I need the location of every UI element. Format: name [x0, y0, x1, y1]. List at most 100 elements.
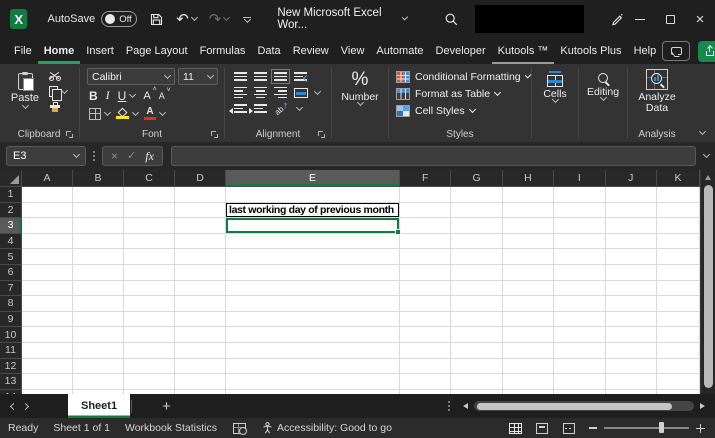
column-header-B[interactable]: B	[73, 170, 124, 187]
cell-A11[interactable]	[22, 342, 73, 359]
cell-K8[interactable]	[656, 296, 700, 312]
column-header-C[interactable]: C	[124, 170, 175, 187]
cell-C12[interactable]	[124, 358, 175, 375]
chevron-down-icon[interactable]	[313, 87, 322, 95]
cell-G10[interactable]	[451, 327, 503, 343]
cell-G3[interactable]	[451, 218, 503, 234]
cell-B13[interactable]	[73, 374, 124, 390]
select-all-button[interactable]	[0, 170, 22, 187]
cell-F2[interactable]	[400, 202, 452, 219]
save-button[interactable]	[149, 12, 164, 27]
cell-G5[interactable]	[451, 249, 503, 265]
cell-H2[interactable]	[502, 202, 555, 219]
cell-G13[interactable]	[451, 374, 503, 390]
row-header-8[interactable]: 8	[0, 296, 22, 312]
cell-F9[interactable]	[400, 311, 452, 328]
row-header-11[interactable]: 11	[0, 342, 22, 359]
formula-input[interactable]	[170, 146, 696, 166]
enter-button[interactable]: ✓	[127, 150, 136, 162]
cell-H6[interactable]	[502, 264, 555, 281]
comments-button[interactable]	[662, 41, 691, 61]
italic-button[interactable]: I	[106, 88, 110, 103]
cell-E6[interactable]	[226, 264, 400, 281]
conditional-formatting-button[interactable]: Conditional Formatting	[396, 68, 532, 85]
column-header-I[interactable]: I	[554, 170, 606, 187]
cell-C11[interactable]	[124, 342, 175, 359]
cell-I5[interactable]	[554, 249, 606, 265]
cell-B2[interactable]	[73, 202, 124, 219]
cell-I11[interactable]	[554, 342, 606, 359]
close-button[interactable]: ×	[685, 0, 715, 38]
cell-G12[interactable]	[451, 358, 503, 375]
chevron-down-icon[interactable]	[190, 13, 198, 22]
cell-B8[interactable]	[73, 296, 124, 312]
cell-A2[interactable]	[22, 202, 73, 219]
chevron-down-icon[interactable]	[103, 108, 112, 116]
cell-D11[interactable]	[175, 342, 226, 359]
row-header-6[interactable]: 6	[0, 264, 22, 281]
merge-center-button[interactable]	[294, 87, 308, 98]
cell-E8[interactable]	[226, 296, 400, 312]
cell-E13[interactable]	[226, 374, 400, 390]
page-layout-view-button[interactable]	[535, 422, 549, 434]
row-header-12[interactable]: 12	[0, 358, 22, 375]
cell-F13[interactable]	[400, 374, 452, 390]
cell-B9[interactable]	[73, 311, 124, 328]
tab-page-layout[interactable]: Page Layout	[120, 38, 194, 64]
cell-D9[interactable]	[175, 311, 226, 328]
cell-C5[interactable]	[124, 249, 175, 265]
cell-D7[interactable]	[175, 280, 226, 297]
tab-review[interactable]: Review	[287, 38, 335, 64]
cell-D6[interactable]	[175, 264, 226, 281]
cell-J2[interactable]	[605, 202, 657, 219]
row-header-1[interactable]: 1	[0, 187, 22, 203]
cell-E1[interactable]	[226, 187, 400, 203]
column-header-J[interactable]: J	[605, 170, 657, 187]
zoom-out-button[interactable]	[589, 427, 597, 429]
cell-C6[interactable]	[124, 264, 175, 281]
cell-K3[interactable]	[656, 218, 700, 234]
tab-view[interactable]: View	[335, 38, 371, 64]
clipboard-dialog-launcher-icon[interactable]	[66, 131, 74, 139]
cell-I12[interactable]	[554, 358, 606, 375]
cell-J1[interactable]	[605, 187, 657, 203]
cell-I9[interactable]	[554, 311, 606, 328]
row-header-2[interactable]: 2	[0, 202, 22, 219]
cell-A1[interactable]	[22, 187, 73, 203]
chevron-down-icon[interactable]	[131, 108, 140, 116]
cell-J5[interactable]	[605, 249, 657, 265]
cell-C8[interactable]	[124, 296, 175, 312]
cell-F5[interactable]	[400, 249, 452, 265]
cell-C10[interactable]	[124, 327, 175, 343]
horizontal-scrollbar-thumb[interactable]	[477, 402, 672, 410]
tab-home[interactable]: Home	[38, 38, 81, 64]
chevron-down-icon[interactable]	[158, 108, 167, 116]
cell-I3[interactable]	[554, 218, 606, 234]
cell-K10[interactable]	[656, 327, 700, 343]
analyze-data-button[interactable]: Analyze Data	[633, 92, 681, 114]
cell-C4[interactable]	[124, 233, 175, 250]
cell-J12[interactable]	[605, 358, 657, 375]
minimize-button[interactable]	[625, 0, 655, 38]
normal-view-button[interactable]	[508, 422, 522, 434]
cell-F3[interactable]	[400, 218, 452, 234]
name-box-splitter-icon[interactable]	[93, 155, 95, 157]
cell-F10[interactable]	[400, 327, 452, 343]
decrease-font-size-button[interactable]: A ˅	[159, 87, 171, 101]
cell-H1[interactable]	[502, 187, 555, 203]
search-button[interactable]	[444, 12, 459, 27]
column-header-D[interactable]: D	[175, 170, 226, 187]
cell-A5[interactable]	[22, 249, 73, 265]
number-group[interactable]: % Number	[333, 64, 387, 142]
cell-F8[interactable]	[400, 296, 452, 312]
orientation-button[interactable]: ab↗	[273, 100, 291, 117]
cell-J13[interactable]	[605, 374, 657, 390]
cell-J3[interactable]	[605, 218, 657, 234]
row-header-3[interactable]: 3	[0, 218, 22, 234]
cell-J9[interactable]	[605, 311, 657, 328]
cell-K4[interactable]	[656, 233, 700, 250]
cell-A9[interactable]	[22, 311, 73, 328]
increase-indent-button[interactable]	[249, 104, 267, 115]
accessibility-status[interactable]: Accessibility: Good to go	[262, 422, 392, 434]
tab-formulas[interactable]: Formulas	[194, 38, 252, 64]
